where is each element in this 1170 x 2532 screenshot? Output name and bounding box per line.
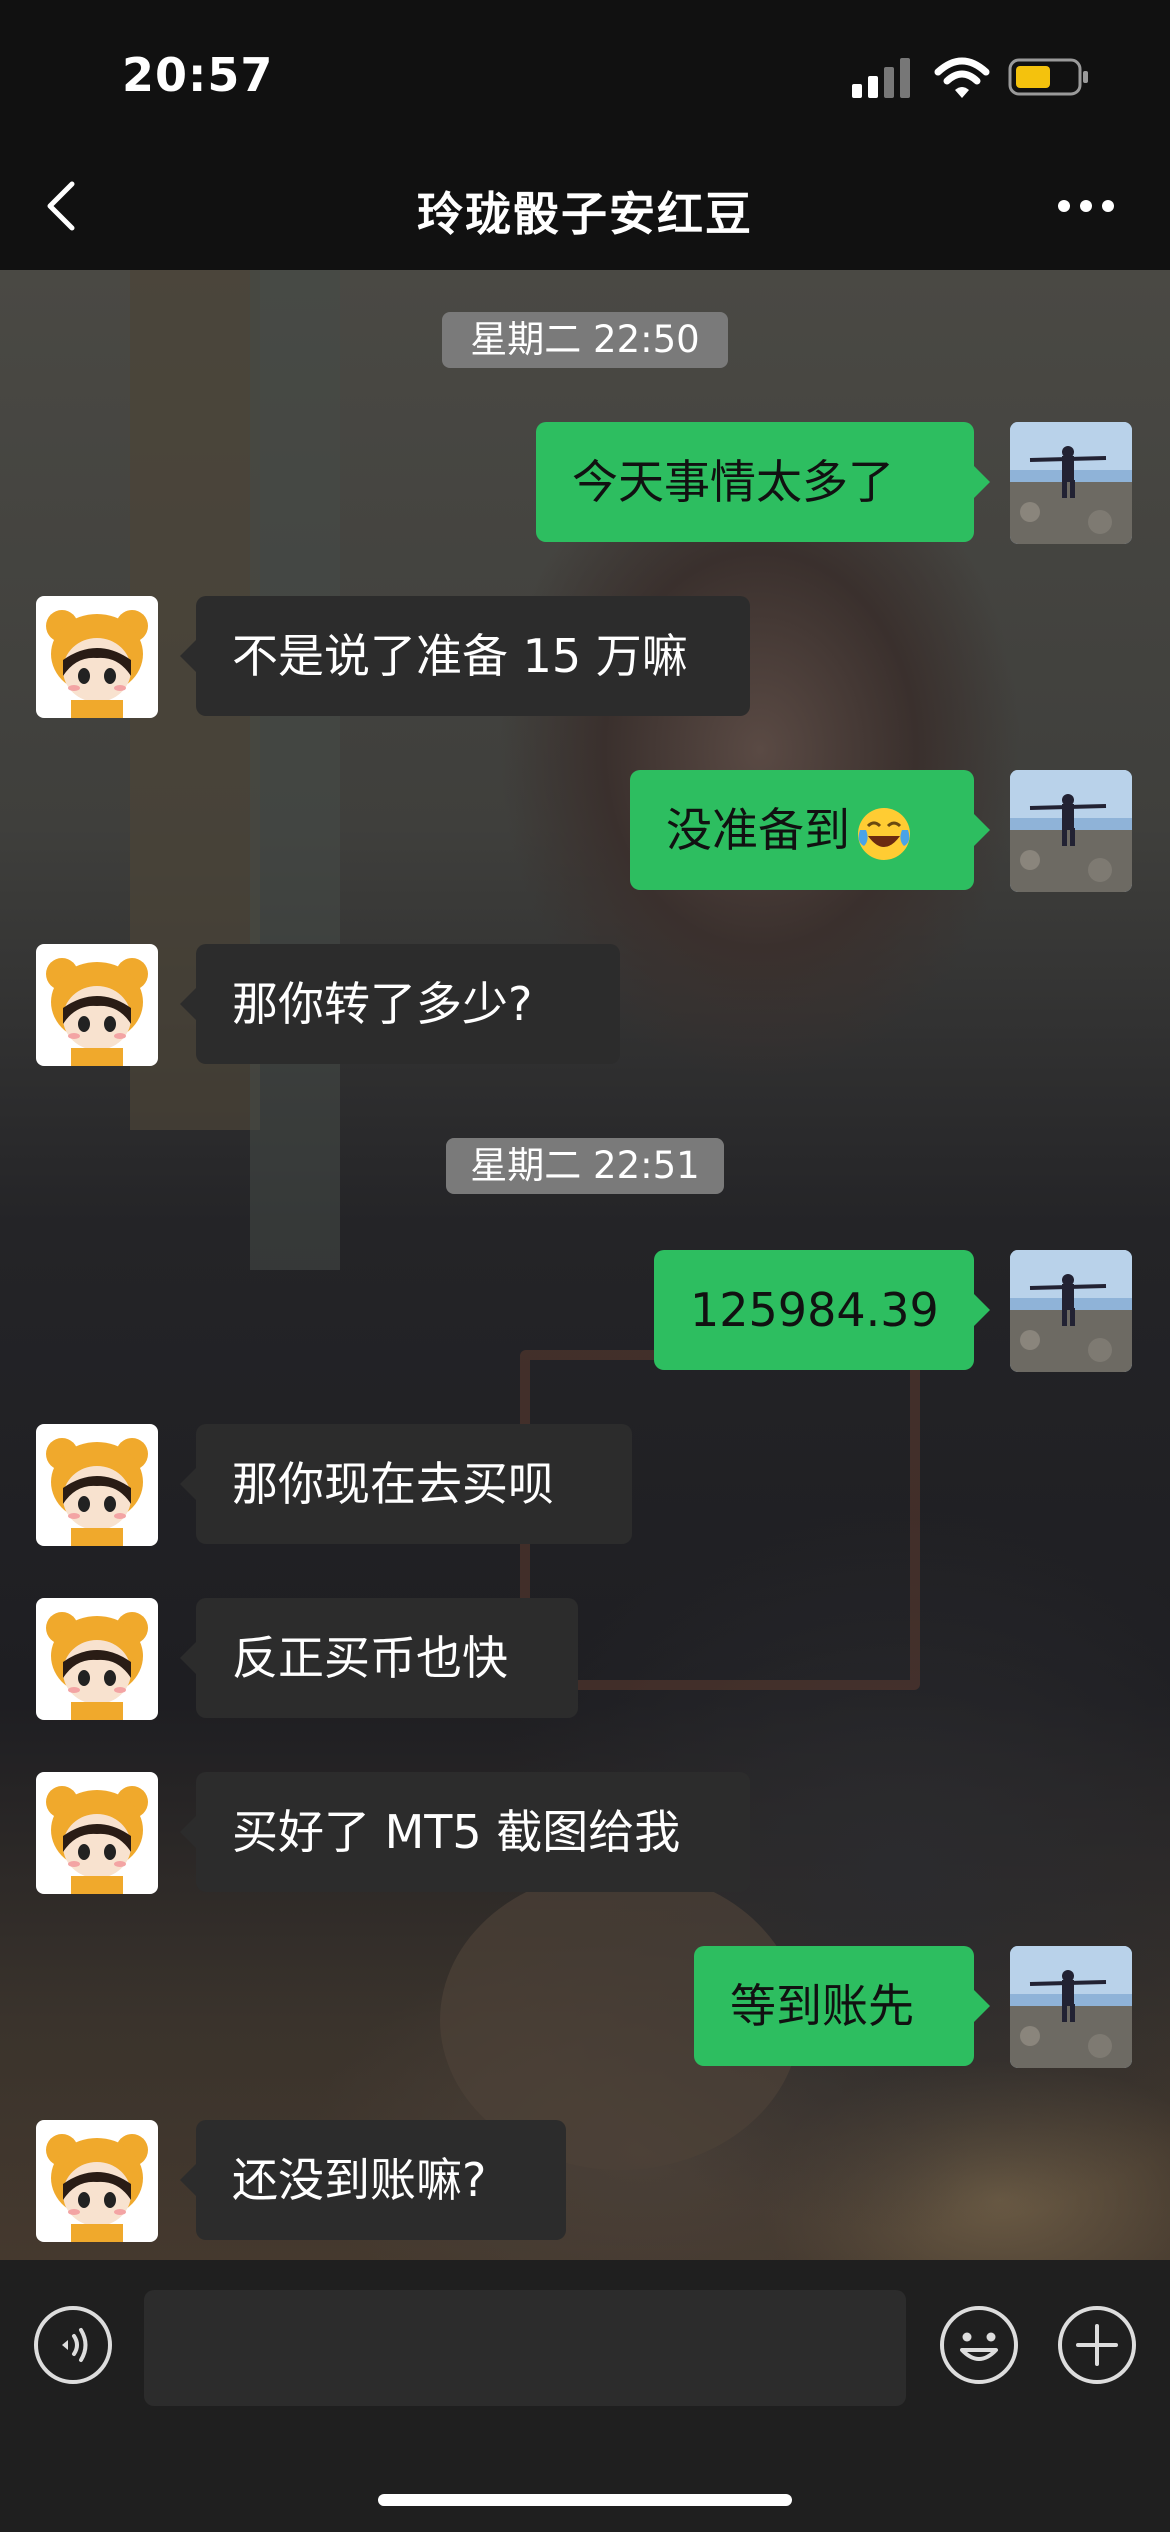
my-avatar[interactable] <box>1010 770 1132 892</box>
message-text: 今天事情太多了 <box>572 455 894 509</box>
wifi-icon <box>934 57 990 98</box>
contact-avatar[interactable] <box>36 596 158 718</box>
message-bubble-incoming[interactable]: 买好了 MT5 截图给我 <box>180 1772 750 1892</box>
message-bubble-incoming[interactable]: 不是说了准备 15 万嘛 <box>180 596 750 716</box>
signal-icon <box>852 58 910 98</box>
contact-avatar[interactable] <box>36 2120 158 2242</box>
home-indicator[interactable] <box>378 2494 792 2506</box>
chat-area[interactable]: 星期二 22:50 今天事情太多了 不是说了准备 15 万嘛 没准备到 那你转了… <box>0 270 1170 2260</box>
status-time: 20:57 <box>122 48 274 102</box>
contact-avatar[interactable] <box>36 1424 158 1546</box>
contact-avatar[interactable] <box>36 944 158 1066</box>
more-icon[interactable] <box>1056 196 1116 216</box>
status-bar: 20:57 <box>0 0 1170 140</box>
contact-avatar[interactable] <box>36 1598 158 1720</box>
timestamp: 星期二 22:51 <box>446 1138 724 1194</box>
my-avatar[interactable] <box>1010 422 1132 544</box>
message-text: 不是说了准备 15 万嘛 <box>232 629 688 683</box>
message-text: 反正买币也快 <box>232 1631 508 1685</box>
background-photo-detail <box>250 270 340 1270</box>
message-bubble-outgoing[interactable]: 没准备到 <box>630 770 990 890</box>
message-text: 还没到账嘛? <box>232 2153 487 2207</box>
my-avatar[interactable] <box>1010 1946 1132 2068</box>
timestamp: 星期二 22:50 <box>442 312 728 368</box>
message-text: 那你转了多少? <box>232 977 533 1031</box>
message-bubble-incoming[interactable]: 还没到账嘛? <box>180 2120 566 2240</box>
laughing-crying-emoji-icon <box>858 807 910 860</box>
message-bubble-outgoing[interactable]: 等到账先 <box>694 1946 990 2066</box>
my-avatar[interactable] <box>1010 1250 1132 1372</box>
message-text: 买好了 MT5 截图给我 <box>232 1805 681 1859</box>
message-bubble-incoming[interactable]: 那你现在去买呗 <box>180 1424 632 1544</box>
voice-icon[interactable] <box>32 2304 114 2386</box>
emoji-icon[interactable] <box>938 2304 1020 2386</box>
message-input[interactable] <box>144 2290 906 2406</box>
nav-bar: 玲珑骰子安红豆 <box>0 140 1170 270</box>
message-bubble-incoming[interactable]: 反正买币也快 <box>180 1598 578 1718</box>
battery-icon <box>1008 58 1088 96</box>
chat-title: 玲珑骰子安红豆 <box>417 187 753 241</box>
message-bubble-outgoing[interactable]: 125984.39 <box>654 1250 990 1370</box>
contact-avatar[interactable] <box>36 1772 158 1894</box>
input-bar <box>0 2260 1170 2532</box>
message-text: 没准备到 <box>666 803 850 857</box>
message-text: 等到账先 <box>730 1979 914 2033</box>
message-text: 那你现在去买呗 <box>232 1457 554 1511</box>
plus-icon[interactable] <box>1056 2304 1138 2386</box>
message-bubble-outgoing[interactable]: 今天事情太多了 <box>536 422 990 542</box>
message-bubble-incoming[interactable]: 那你转了多少? <box>180 944 620 1064</box>
message-text: 125984.39 <box>690 1283 939 1337</box>
